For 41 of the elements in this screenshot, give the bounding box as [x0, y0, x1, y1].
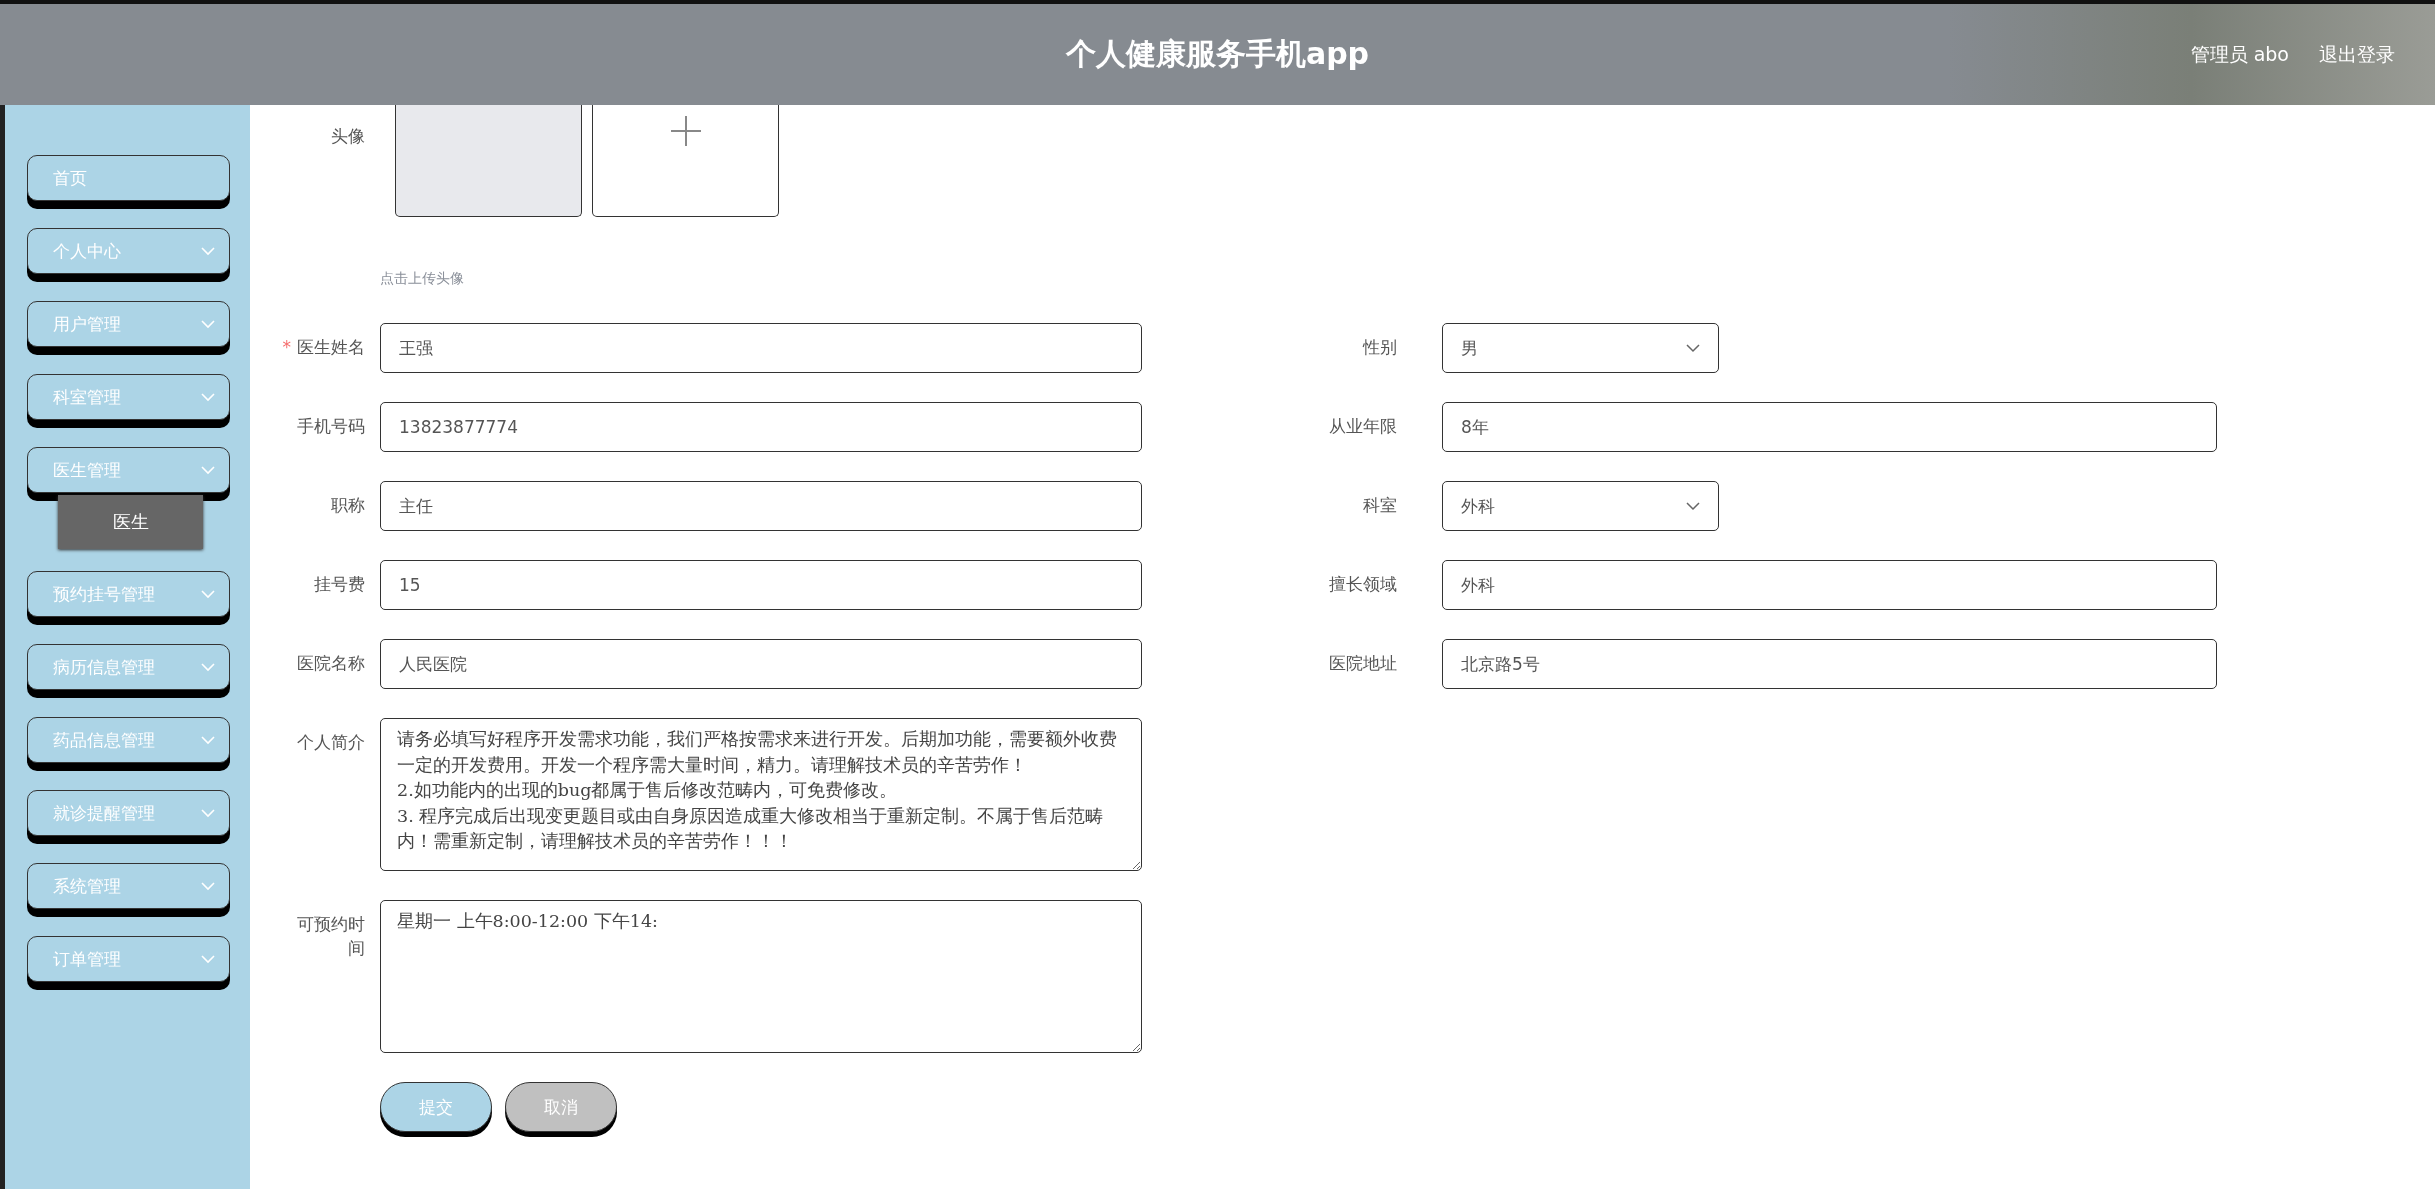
input-field[interactable]: 北京路5号: [1442, 639, 2217, 689]
field-label: * 医生姓名: [281, 336, 365, 359]
input-field[interactable]: 王强: [380, 323, 1142, 373]
field-label: 从业年限: [1329, 415, 1398, 438]
menu-label: 系统管理: [53, 874, 121, 898]
user-name: 管理员 abo: [2190, 41, 2289, 67]
text-area[interactable]: 星期一 上午8:00-12:00 下午14:: [380, 900, 1142, 1053]
menu-label: 订单管理: [53, 947, 121, 971]
field-label: 性别: [1363, 336, 1398, 359]
field-label: 头像: [330, 125, 366, 148]
field-label: 手机号码: [296, 415, 365, 438]
input-field[interactable]: 主任: [380, 481, 1142, 531]
menu-label: 用户管理: [53, 312, 121, 336]
text-area[interactable]: 请务必填写好程序开发需求功能，我们严格按需求来进行开发。后期加功能，需要额外收费一定的开发费用。开发一个程序需大量时间，精力。请理解技术员的辛苦劳作！ 2.如功能内的出现的bug都属于售后修改范畴内，可免费修改。 3. 程序完成后出现变更题目或由自身原因造成重大修改相当于重新定制。不属于售后范畴内！需重新定制，请理解技术员的辛苦劳作！！！: [380, 718, 1142, 871]
field-label: 擅长领域: [1329, 573, 1398, 596]
menu-label: 个人中心: [53, 239, 121, 263]
menu-label: 首页: [53, 166, 87, 190]
field-label: 挂号费: [313, 573, 365, 596]
upload-hint: 点击上传头像: [380, 270, 465, 288]
field-label: 医院地址: [1329, 652, 1398, 675]
field-label: 个人简介: [296, 731, 365, 754]
menu-label: 科室管理: [53, 385, 121, 409]
menu-label: 病历信息管理: [53, 655, 155, 679]
input-field[interactable]: 8年: [1442, 402, 2217, 452]
submenu-item[interactable]: 医生: [58, 495, 203, 549]
input-field[interactable]: 外科: [1442, 560, 2217, 610]
app-title: 个人健康服务手机app: [1065, 35, 1370, 73]
input-field[interactable]: 13823877774: [380, 402, 1142, 452]
menu-label: 预约挂号管理: [53, 582, 155, 606]
select-field[interactable]: 男: [1442, 323, 1719, 373]
field-label: 医院名称: [296, 652, 365, 675]
menu-label: 就诊提醒管理: [53, 801, 155, 825]
menu-label: 医生管理: [53, 458, 121, 482]
input-field[interactable]: 15: [380, 560, 1142, 610]
menu-label: 药品信息管理: [53, 728, 155, 752]
logout-link[interactable]: 退出登录: [2319, 41, 2395, 68]
field-label: 科室: [1363, 494, 1398, 517]
select-field[interactable]: 外科: [1442, 481, 1719, 531]
field-label: 职称: [330, 494, 365, 517]
input-field[interactable]: 人民医院: [380, 639, 1142, 689]
field-label: 可预约时间: [296, 913, 365, 960]
